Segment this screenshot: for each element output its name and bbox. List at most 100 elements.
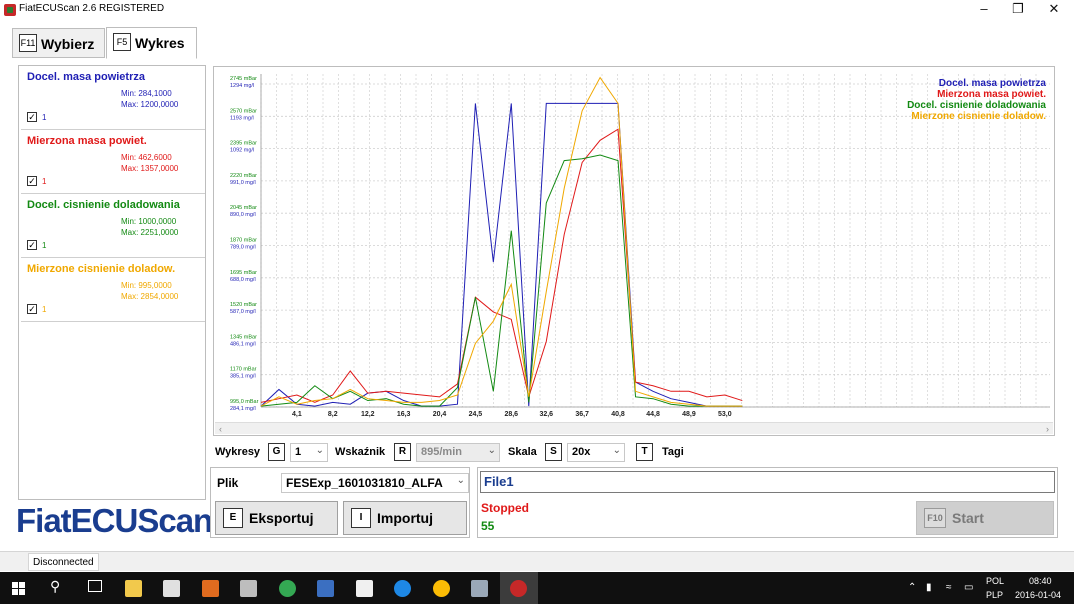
- series-min: Min: 284,1000: [121, 89, 172, 98]
- series-name: Mierzona masa powiet.: [27, 135, 147, 147]
- tab-wykres[interactable]: F5 Wykres: [106, 27, 197, 59]
- series-panel: Docel. masa powietrza Min: 284,1000 Max:…: [18, 65, 206, 500]
- y-tick-label-mgl: 1294 mg/l: [230, 83, 254, 89]
- wifi-icon[interactable]: ≈: [946, 582, 952, 593]
- x-tick-label: 48,9: [682, 411, 696, 418]
- series-checkbox-label: 1: [42, 177, 47, 186]
- series-card[interactable]: Docel. masa powietrza Min: 284,1000 Max:…: [21, 66, 205, 130]
- connection-status: Disconnected: [28, 553, 99, 571]
- y-tick-label-mgl: 587,0 mg/l: [230, 309, 256, 315]
- tab-wybierz[interactable]: F11 Wybierz: [12, 28, 105, 58]
- app-icon: [4, 4, 16, 16]
- series-checkbox[interactable]: ✓: [27, 304, 37, 314]
- series-max: Max: 1200,0000: [121, 100, 179, 109]
- series-checkbox[interactable]: ✓: [27, 112, 37, 122]
- message-icon[interactable]: ▭: [964, 582, 973, 593]
- skala-select[interactable]: 20x ⌄: [567, 443, 625, 462]
- start-button[interactable]: F10 Start: [916, 501, 1054, 535]
- tray-chevron-icon[interactable]: ⌃: [908, 582, 916, 593]
- series-line: [260, 128, 743, 403]
- y-tick-label-mgl: 688,0 mg/l: [230, 277, 256, 283]
- wykresy-key[interactable]: G: [268, 443, 285, 461]
- tagi-key[interactable]: T: [636, 443, 653, 461]
- y-tick-label-mgl: 486,1 mg/l: [230, 341, 256, 347]
- series-checkbox-label: 1: [42, 305, 47, 314]
- series-checkbox[interactable]: ✓: [27, 240, 37, 250]
- series-checkbox-label: 1: [42, 241, 47, 250]
- wskaznik-value: 895/min: [421, 446, 462, 458]
- series-min: Min: 1000,0000: [121, 217, 177, 226]
- series-card[interactable]: Docel. cisnienie doladowania Min: 1000,0…: [21, 194, 205, 258]
- scroll-right-icon[interactable]: ›: [1046, 424, 1049, 434]
- x-tick-label: 53,0: [718, 411, 732, 418]
- task-view-icon[interactable]: [88, 580, 102, 592]
- clock-date: 2016-01-04: [1015, 590, 1062, 600]
- wykresy-select[interactable]: 1 ⌄: [290, 443, 328, 462]
- maximize-button[interactable]: ❐: [1000, 0, 1036, 20]
- scroll-left-icon[interactable]: ‹: [219, 424, 222, 434]
- minimize-button[interactable]: –: [966, 0, 1002, 20]
- chevron-down-icon: ⌄: [487, 445, 496, 456]
- fiatecuscan-icon: [510, 580, 527, 597]
- series-line: [260, 76, 743, 407]
- x-tick-label: 8,2: [328, 411, 338, 418]
- series-min: Min: 995,0000: [121, 281, 172, 290]
- window-title: FiatECUScan 2.6 REGISTERED: [19, 3, 165, 14]
- file-panel: Plik FESExp_1601031810_ALFA ⌄ E Eksportuj …: [210, 467, 470, 538]
- chart-svg: 995,0 mBar284,1 mg/l 1170 mBar385,1 mg/l 1…: [230, 74, 1050, 418]
- export-button[interactable]: E Eksportuj: [215, 501, 338, 535]
- wskaznik-key[interactable]: R: [394, 443, 411, 461]
- status-bar: Disconnected: [0, 551, 1074, 571]
- chart-horizontal-scrollbar[interactable]: ‹ ›: [215, 422, 1053, 434]
- series-min: Min: 462,6000: [121, 153, 172, 162]
- import-button[interactable]: I Importuj: [343, 501, 467, 535]
- file-explorer-icon[interactable]: [125, 580, 142, 597]
- clock-time[interactable]: 08:40: [1029, 576, 1052, 586]
- chrome-icon[interactable]: [279, 580, 296, 597]
- calculator-icon[interactable]: [240, 580, 257, 597]
- generic-app-icon[interactable]: [471, 580, 488, 597]
- y-tick-label-mbar: 1520 mBar: [230, 302, 257, 308]
- run-count: 55: [481, 519, 495, 533]
- language-secondary: PLP: [986, 590, 1004, 600]
- y-tick-label-mgl: 385,1 mg/l: [230, 374, 256, 380]
- plik-label: Plik: [217, 476, 239, 490]
- run-panel: File1 Stopped 55 F10 Start: [477, 467, 1058, 538]
- skala-key[interactable]: S: [545, 443, 562, 461]
- media-player-icon[interactable]: [202, 580, 219, 597]
- close-button[interactable]: ✕: [1036, 0, 1072, 20]
- store-icon[interactable]: [163, 580, 180, 597]
- chart-area: 995,0 mBar 284,1 mg/l 1170 mBar 385,1 mg/l 1…: [213, 66, 1055, 436]
- chevron-down-icon: ⌄: [315, 445, 324, 456]
- y-tick-label-mgl: 1193 mg/l: [230, 115, 254, 121]
- y-tick-label-mbar: 2220 mBar: [230, 173, 257, 179]
- start-key: F10: [924, 508, 946, 528]
- series-max: Max: 2854,0000: [121, 292, 179, 301]
- series-name: Docel. masa powietrza: [27, 71, 145, 83]
- windows-start-icon[interactable]: [12, 582, 25, 595]
- series-checkbox-label: 1: [42, 113, 47, 122]
- x-tick-label: 12,2: [361, 411, 375, 418]
- file-name-field[interactable]: File1: [480, 471, 1055, 493]
- series-card[interactable]: Mierzona masa powiet. Min: 462,6000 Max:…: [21, 130, 205, 194]
- y-tick-label-mbar: 995,0 mBar: [230, 399, 259, 405]
- y-tick-label-mgl: 284,1 mg/l: [230, 406, 256, 412]
- language-primary[interactable]: POL: [986, 576, 1004, 586]
- y-tick-label-mgl: 789,0 mg/l: [230, 245, 256, 251]
- edge-icon[interactable]: [394, 580, 411, 597]
- import-key: I: [351, 508, 371, 528]
- chrome-alt-icon[interactable]: [433, 580, 450, 597]
- battery-icon[interactable]: ▮: [926, 582, 932, 593]
- start-label: Start: [952, 510, 984, 526]
- legend-entry: Docel. cisnienie doladowania: [907, 100, 1046, 111]
- word-icon[interactable]: [317, 580, 334, 597]
- grid-app-icon[interactable]: [356, 580, 373, 597]
- tab-label: Wybierz: [41, 36, 95, 52]
- tab-key-f5: F5: [113, 33, 131, 51]
- series-card[interactable]: Mierzone cisnienie doladow. Min: 995,000…: [21, 258, 205, 322]
- y-tick-label-mbar: 2395 mBar: [230, 141, 257, 147]
- y-tick-label-mbar: 2045 mBar: [230, 205, 257, 211]
- file-select[interactable]: FESExp_1601031810_ALFA ⌄: [281, 473, 469, 493]
- search-icon[interactable]: ⚲: [50, 578, 60, 595]
- series-checkbox[interactable]: ✓: [27, 176, 37, 186]
